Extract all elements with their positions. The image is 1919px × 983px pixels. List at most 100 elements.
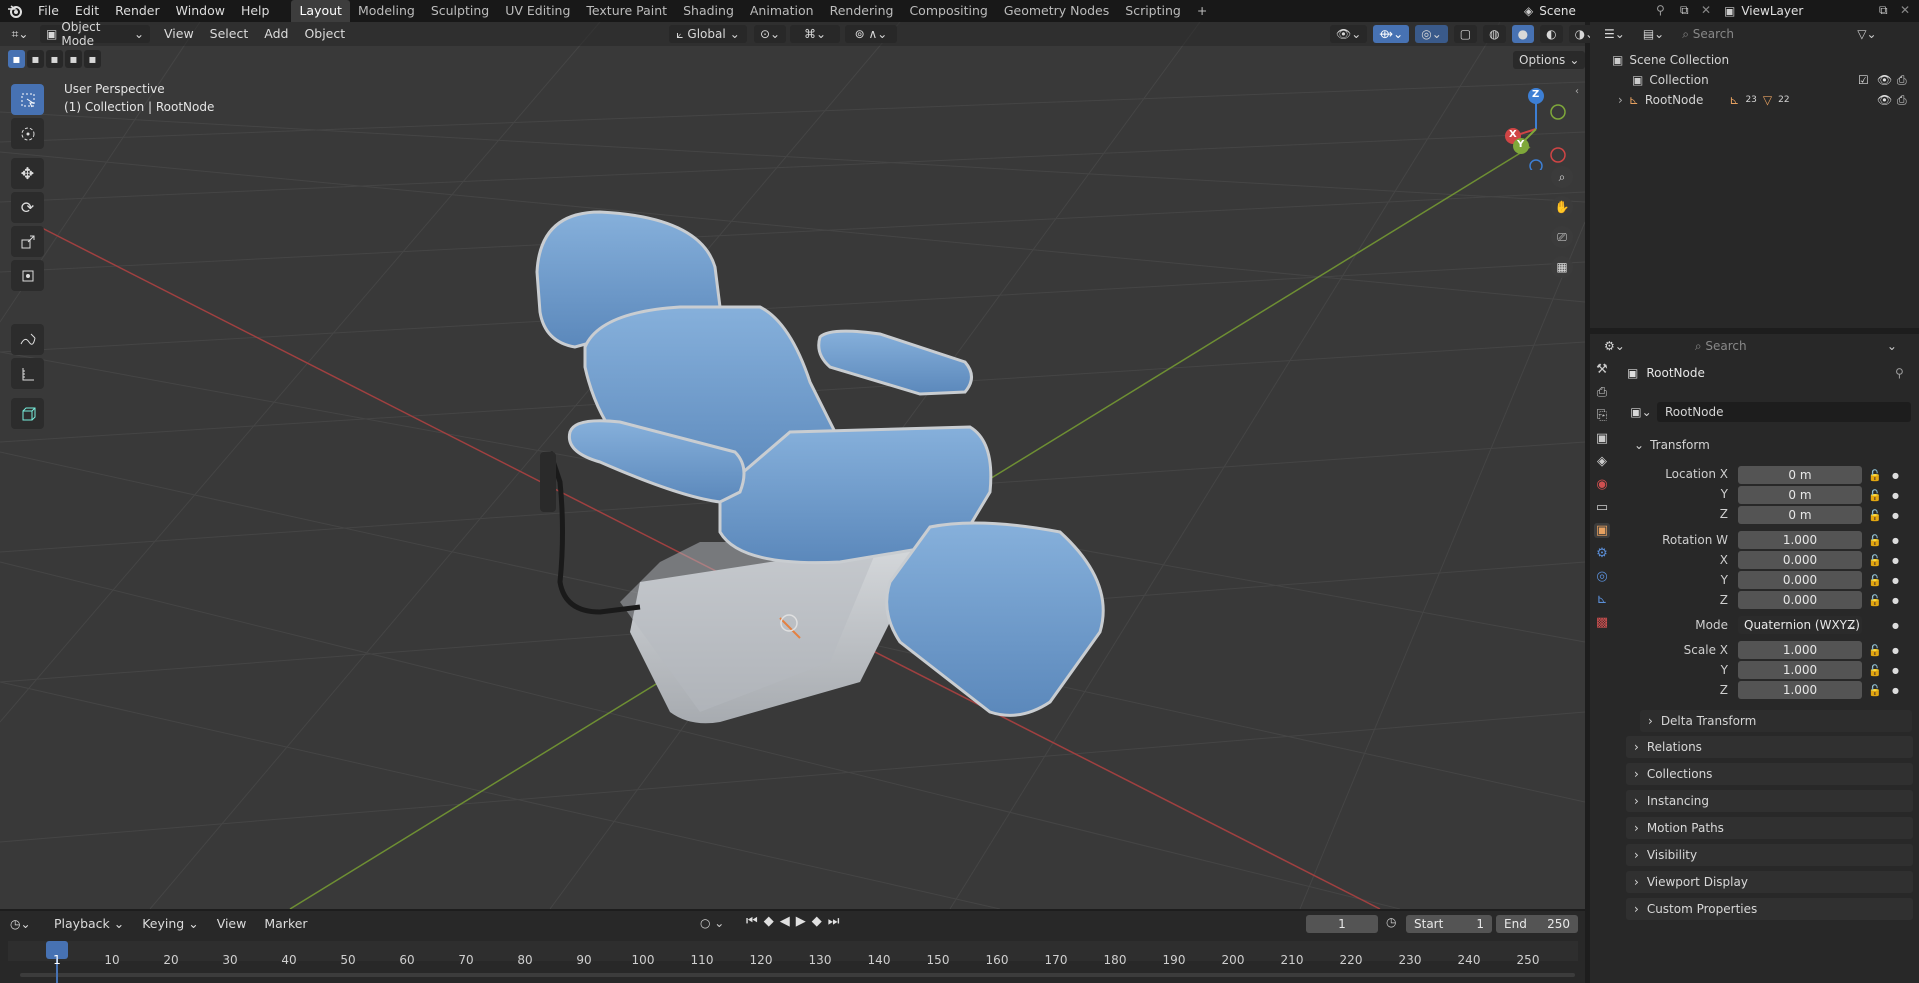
- properties-search-input[interactable]: ⌕ Search: [1688, 337, 1789, 355]
- rotation-z-field[interactable]: 0.000: [1738, 591, 1862, 609]
- keyframe-scale-x-icon[interactable]: ●: [1892, 641, 1899, 661]
- blender-logo-icon[interactable]: [0, 0, 30, 22]
- jump-start-icon[interactable]: ⏮: [746, 914, 758, 929]
- viewport-menu-select[interactable]: Select: [202, 23, 257, 45]
- scene-pin-icon[interactable]: ⚲: [1656, 3, 1665, 17]
- solid-shading-icon[interactable]: ●: [1511, 25, 1535, 43]
- select-intersect-icon[interactable]: ▪: [84, 50, 101, 68]
- menu-window[interactable]: Window: [168, 0, 233, 22]
- collections-panel[interactable]: › Collections: [1626, 763, 1913, 785]
- keyframe-rotation-z-icon[interactable]: ●: [1892, 591, 1899, 611]
- play-reverse-icon[interactable]: ◀: [780, 914, 790, 929]
- auto-keying-toggle[interactable]: ○ ⌄: [700, 916, 724, 930]
- viewport-menu-view[interactable]: View: [156, 23, 202, 45]
- collection-eye-icon[interactable]: 👁: [1877, 73, 1892, 87]
- view-layer-tab-icon[interactable]: ▣: [1596, 431, 1608, 446]
- workspace-tab-layout[interactable]: Layout: [291, 0, 350, 22]
- outliner-editor-type-icon[interactable]: ☰⌄: [1598, 25, 1631, 43]
- timeline-menu-marker[interactable]: Marker: [256, 913, 315, 935]
- chair-model[interactable]: [535, 210, 1105, 724]
- xray-icon[interactable]: ▢: [1453, 25, 1478, 43]
- rotate-tool[interactable]: ⟳: [11, 192, 44, 223]
- pan-hand-icon[interactable]: ✋: [1551, 196, 1573, 218]
- modifiers-tab-icon[interactable]: ⚙: [1596, 546, 1608, 561]
- motion-paths-panel[interactable]: › Motion Paths: [1626, 817, 1913, 839]
- options-dropdown[interactable]: Options ⌄: [1513, 51, 1585, 69]
- lock-rotation-w-icon[interactable]: 🔓: [1868, 531, 1882, 551]
- keyframe-location-z-icon[interactable]: ●: [1892, 506, 1899, 526]
- collection-tab-icon[interactable]: ▭: [1596, 500, 1608, 515]
- object-tab-icon[interactable]: ▣: [1593, 523, 1611, 538]
- overlay-toggle-icon[interactable]: ◎⌄: [1415, 25, 1448, 43]
- data-block-selector[interactable]: ▣⌄ RootNode: [1627, 402, 1911, 422]
- timeline-menu-playback[interactable]: Playback ⌄: [46, 913, 132, 935]
- outliner-search-input[interactable]: ⌕ Search: [1676, 25, 1792, 43]
- add-cube-tool[interactable]: [11, 398, 44, 429]
- rotation-mode-dropdown[interactable]: Quaternion (WXYZ) ⌄: [1738, 616, 1862, 634]
- mode-dropdown[interactable]: ▣ Object Mode ⌄: [40, 20, 150, 48]
- custom-properties-panel[interactable]: › Custom Properties: [1626, 898, 1913, 920]
- annotate-tool[interactable]: [11, 324, 44, 355]
- delta-transform-subpanel[interactable]: › Delta Transform: [1640, 710, 1912, 732]
- material-shading-icon[interactable]: ◐: [1540, 25, 1563, 43]
- properties-options-icon[interactable]: ⌄: [1887, 339, 1897, 353]
- rotation-x-field[interactable]: 0.000: [1738, 551, 1862, 569]
- menu-render[interactable]: Render: [107, 0, 168, 22]
- visibility-panel[interactable]: › Visibility: [1626, 844, 1913, 866]
- gizmo-toggle-icon[interactable]: ⟴⌄: [1373, 25, 1410, 43]
- keyframe-location-y-icon[interactable]: ●: [1892, 486, 1899, 506]
- play-icon[interactable]: ▶: [796, 914, 806, 929]
- workspace-tab-rendering[interactable]: Rendering: [822, 0, 902, 22]
- keyframe-location-x-icon[interactable]: ●: [1892, 466, 1899, 486]
- keyframe-scale-y-icon[interactable]: ●: [1892, 661, 1899, 681]
- measure-tool[interactable]: [11, 358, 44, 389]
- select-extend-icon[interactable]: ▪: [27, 50, 44, 68]
- render-tab-icon[interactable]: ⎙: [1597, 385, 1607, 400]
- outliner-display-mode-icon[interactable]: ▤⌄: [1636, 25, 1671, 43]
- move-tool[interactable]: ✥: [11, 158, 44, 189]
- viewport-display-panel[interactable]: › Viewport Display: [1626, 871, 1913, 893]
- workspace-tab-modeling[interactable]: Modeling: [350, 0, 423, 22]
- lock-rotation-z-icon[interactable]: 🔓: [1868, 591, 1882, 611]
- pivot-dropdown[interactable]: ⊙⌄: [754, 25, 786, 43]
- viewport-menu-object[interactable]: Object: [296, 23, 353, 45]
- camera-view-icon[interactable]: ⎚: [1551, 226, 1573, 248]
- visibility-icon[interactable]: 👁⌄: [1330, 25, 1368, 43]
- transform-tool[interactable]: [11, 260, 44, 291]
- workspace-tab-sculpting[interactable]: Sculpting: [423, 0, 497, 22]
- menu-edit[interactable]: Edit: [67, 0, 107, 22]
- add-workspace-icon[interactable]: +: [1189, 0, 1215, 22]
- workspace-tab-geometry-nodes[interactable]: Geometry Nodes: [996, 0, 1117, 22]
- keyframe-scale-z-icon[interactable]: ●: [1892, 681, 1899, 701]
- menu-file[interactable]: File: [30, 0, 67, 22]
- workspace-tab-uv-editing[interactable]: UV Editing: [497, 0, 578, 22]
- keyframe-rotation-w-icon[interactable]: ●: [1892, 531, 1899, 551]
- workspace-tab-texture-paint[interactable]: Texture Paint: [578, 0, 675, 22]
- rotation-y-field[interactable]: 0.000: [1738, 571, 1862, 589]
- timeline-editor-type-icon[interactable]: ◷⌄: [10, 917, 44, 931]
- outliner-item-collection[interactable]: ▣ Collection ☑ 👁 ⎙: [1590, 70, 1919, 90]
- editor-type-icon[interactable]: ⌗⌄: [0, 27, 40, 42]
- lock-scale-z-icon[interactable]: 🔓: [1868, 681, 1882, 701]
- data-block-name-field[interactable]: RootNode: [1657, 402, 1911, 422]
- transform-panel-header[interactable]: ⌄ Transform: [1626, 434, 1913, 456]
- lock-location-y-icon[interactable]: 🔓: [1868, 486, 1882, 506]
- workspace-tab-animation[interactable]: Animation: [742, 0, 822, 22]
- timeline-menu-keying[interactable]: Keying ⌄: [134, 913, 206, 935]
- scene-tab-icon[interactable]: ◈: [1597, 454, 1607, 469]
- scene-new-icon[interactable]: ⧉: [1680, 3, 1689, 18]
- select-new-icon[interactable]: ▪: [8, 50, 25, 68]
- wireframe-shading-icon[interactable]: ◍: [1483, 25, 1506, 43]
- location-y-field[interactable]: 0 m: [1738, 486, 1862, 504]
- lock-location-z-icon[interactable]: 🔓: [1868, 506, 1882, 526]
- scale-tool[interactable]: [11, 226, 44, 257]
- snap-toggle[interactable]: ⌘⌄: [790, 25, 840, 43]
- instancing-panel[interactable]: › Instancing: [1626, 790, 1913, 812]
- location-x-field[interactable]: 0 m: [1738, 466, 1862, 484]
- scene-close-icon[interactable]: ✕: [1701, 3, 1711, 17]
- cursor-tool[interactable]: [11, 118, 44, 149]
- data-tab-icon[interactable]: ▩: [1596, 615, 1608, 630]
- rootnode-camera-icon[interactable]: ⎙: [1897, 93, 1907, 108]
- orientation-dropdown[interactable]: ⟀ Global ⌄: [669, 25, 747, 43]
- outliner-filter-icon[interactable]: ▽⌄: [1857, 27, 1876, 41]
